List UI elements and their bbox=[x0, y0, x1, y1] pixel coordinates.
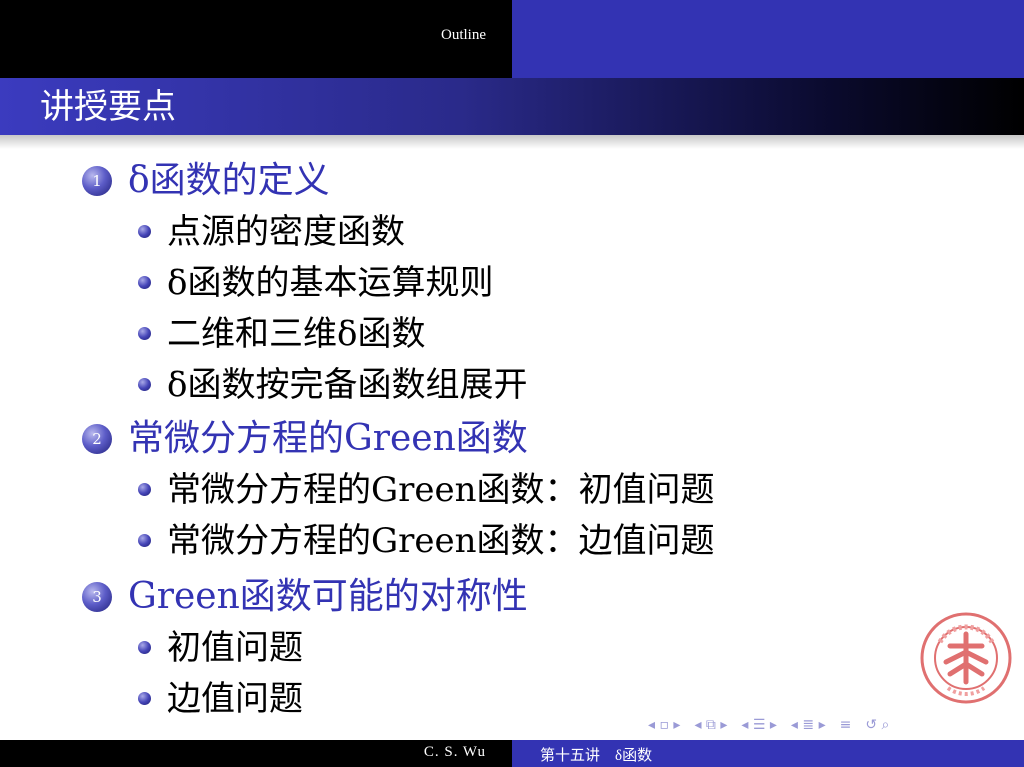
section-3: 3 Green函数可能的对称性 初值问题 边值问题 bbox=[82, 572, 528, 724]
university-seal-logo bbox=[920, 612, 1012, 704]
bullet-icon bbox=[138, 641, 151, 654]
list-item-text: 边值问题 bbox=[167, 678, 303, 719]
footer-lecture-title: 第十五讲 δ函数 bbox=[540, 748, 653, 764]
list-item-text: 常微分方程的Green函数：初值问题 bbox=[167, 469, 715, 510]
section-number-ball: 2 bbox=[82, 424, 112, 454]
section-title: Green函数可能的对称性 bbox=[128, 576, 528, 617]
section-2: 2 常微分方程的Green函数 常微分方程的Green函数：初值问题 常微分方程… bbox=[82, 414, 715, 566]
bullet-icon bbox=[138, 534, 151, 547]
list-item-text: δ函数按完备函数组展开 bbox=[167, 364, 528, 405]
list-item-text: 常微分方程的Green函数：边值问题 bbox=[167, 520, 715, 561]
section-heading: 2 常微分方程的Green函数 bbox=[82, 414, 715, 464]
bullet-icon bbox=[138, 692, 151, 705]
navigation-bar: ◂ ▫ ▸ ◂ ⧉ ▸ ◂ ☰ ▸ ◂ ≣ ▸ ≡ ↺ ⌕ bbox=[648, 714, 1024, 736]
section-heading: 1 δ函数的定义 bbox=[82, 156, 527, 206]
nav-frame-prev-next-icon[interactable]: ◂ ▫ ▸ bbox=[648, 717, 680, 733]
section-number-ball: 1 bbox=[82, 166, 112, 196]
nav-section-icon[interactable]: ◂ ☰ ▸ bbox=[741, 717, 777, 733]
list-item-text: 初值问题 bbox=[167, 627, 303, 668]
outline-link[interactable]: Outline bbox=[441, 27, 486, 44]
top-header: Outline bbox=[0, 0, 1024, 78]
list-item: 二维和三维δ函数 bbox=[138, 308, 527, 359]
nav-document-icon[interactable]: ◂ ≣ ▸ bbox=[791, 717, 826, 733]
list-item: δ函数的基本运算规则 bbox=[138, 257, 527, 308]
section-number-ball: 3 bbox=[82, 582, 112, 612]
bullet-icon bbox=[138, 327, 151, 340]
section-1: 1 δ函数的定义 点源的密度函数 δ函数的基本运算规则 二维和三维δ函数 δ函数… bbox=[82, 156, 527, 410]
section-title: 常微分方程的Green函数 bbox=[128, 418, 528, 459]
nav-search-back-icon[interactable]: ↺ ⌕ bbox=[865, 717, 889, 733]
bullet-icon bbox=[138, 378, 151, 391]
section-heading: 3 Green函数可能的对称性 bbox=[82, 572, 528, 622]
list-item: δ函数按完备函数组展开 bbox=[138, 359, 527, 410]
nav-subsection-icon[interactable]: ◂ ⧉ ▸ bbox=[694, 717, 727, 733]
section-title: δ函数的定义 bbox=[128, 160, 330, 201]
frame-title: 讲授要点 bbox=[40, 87, 176, 127]
list-item: 常微分方程的Green函数：初值问题 bbox=[138, 464, 715, 515]
frame-title-bar: 讲授要点 bbox=[0, 78, 1024, 135]
list-item: 初值问题 bbox=[138, 622, 528, 673]
bullet-icon bbox=[138, 276, 151, 289]
list-item-text: δ函数的基本运算规则 bbox=[167, 262, 494, 303]
title-shadow bbox=[0, 135, 1024, 149]
footer-right: 第十五讲 δ函数 bbox=[512, 740, 1024, 767]
nav-appendix-icon[interactable]: ≡ bbox=[840, 717, 852, 733]
bullet-icon bbox=[138, 483, 151, 496]
footer-left: C. S. Wu bbox=[0, 740, 512, 767]
list-item-text: 点源的密度函数 bbox=[167, 211, 405, 252]
footer: C. S. Wu 第十五讲 δ函数 bbox=[0, 740, 1024, 767]
list-item: 点源的密度函数 bbox=[138, 206, 527, 257]
list-item: 边值问题 bbox=[138, 673, 528, 724]
top-header-left: Outline bbox=[0, 0, 512, 78]
list-item: 常微分方程的Green函数：边值问题 bbox=[138, 515, 715, 566]
footer-author: C. S. Wu bbox=[423, 744, 486, 760]
top-header-right bbox=[512, 0, 1024, 78]
bullet-icon bbox=[138, 225, 151, 238]
list-item-text: 二维和三维δ函数 bbox=[167, 313, 426, 354]
